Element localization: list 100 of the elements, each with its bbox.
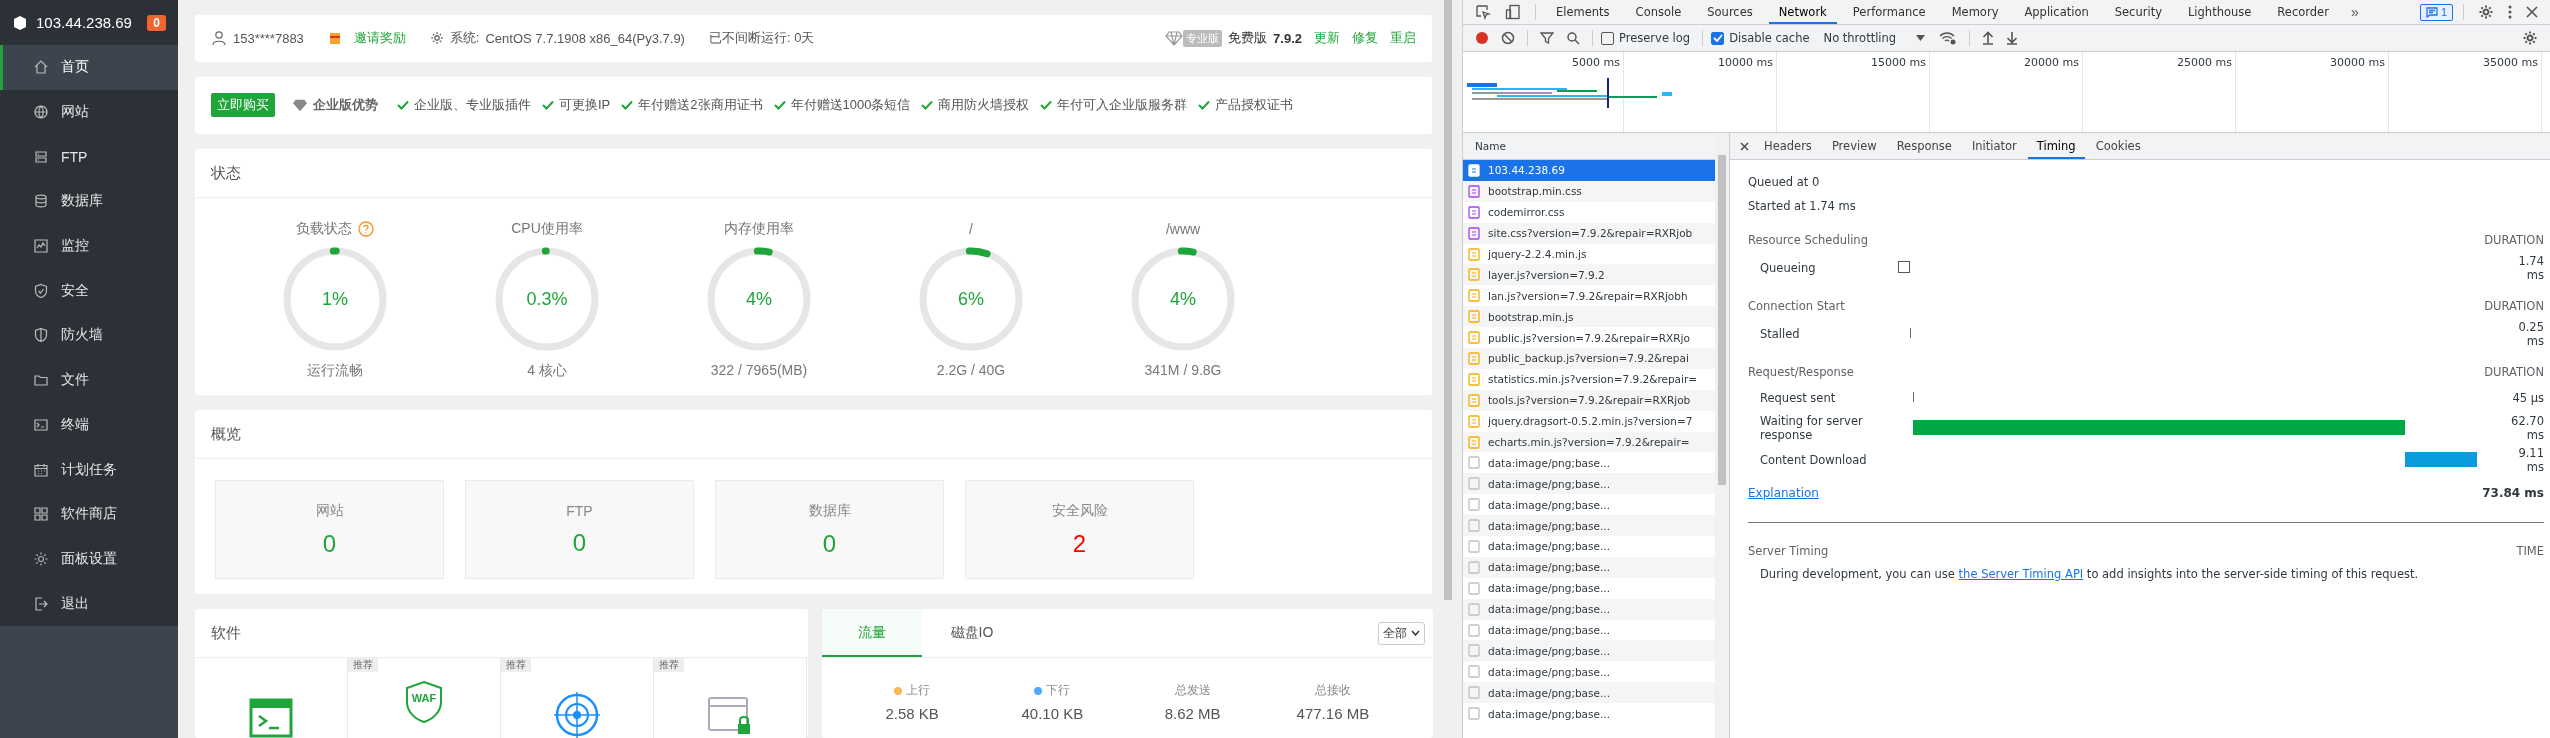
search-icon[interactable]	[1566, 31, 1580, 45]
request-row[interactable]: data:image/png;base...	[1463, 577, 1715, 599]
request-row[interactable]: data:image/png;base...	[1463, 703, 1715, 725]
upload-icon[interactable]	[1982, 31, 1995, 45]
duration-value: 45 µs	[2511, 391, 2544, 405]
duration-value: 62.70 ms	[2510, 414, 2544, 442]
disable-cache-checkbox[interactable]: Disable cache	[1711, 31, 1814, 45]
detail-tab[interactable]: Initiator	[1962, 133, 2026, 159]
message-icon	[2425, 6, 2438, 18]
interface-select[interactable]: 全部	[1378, 621, 1425, 645]
request-row[interactable]: data:image/png;base...	[1463, 640, 1715, 662]
devtools-tab[interactable]: Application	[2014, 0, 2099, 24]
filter-icon[interactable]	[1540, 31, 1554, 45]
stat-label: 安全风险	[1051, 501, 1108, 520]
terminal-icon[interactable]	[249, 698, 293, 738]
request-row[interactable]: data:image/png;base...	[1463, 556, 1715, 578]
detail-tab[interactable]: Response	[1887, 133, 1961, 159]
request-row[interactable]: public.js?version=7.9.2&repair=RXRjo	[1463, 327, 1715, 348]
request-row[interactable]: echarts.min.js?version=7.9.2&repair=	[1463, 431, 1715, 453]
column-header[interactable]: Name	[1463, 133, 1715, 160]
sidebar-item[interactable]: 面板设置	[0, 536, 178, 582]
settings-icon[interactable]	[2478, 4, 2494, 20]
sidebar-item[interactable]: 终端	[0, 402, 178, 448]
detail-tab[interactable]: Preview	[1822, 133, 1886, 159]
devtools-tab[interactable]: Lighthouse	[2177, 0, 2262, 24]
explanation-link[interactable]: Explanation	[1748, 486, 1819, 500]
sidebar-item[interactable]: 文件	[0, 357, 178, 403]
sidebar-item[interactable]: 计划任务	[0, 447, 178, 492]
sidebar-item[interactable]: 数据库	[0, 179, 178, 224]
sidebar-item[interactable]: 首页	[0, 45, 178, 90]
sidebar-item[interactable]: 防火墙	[0, 313, 178, 358]
request-row[interactable]: data:image/png;base...	[1463, 619, 1715, 641]
traffic-tab[interactable]: 磁盘IO	[922, 609, 1022, 657]
stat-card[interactable]: 网站 0	[215, 480, 444, 580]
request-row[interactable]: data:image/png;base...	[1463, 536, 1715, 557]
gauge-value: 4%	[746, 288, 772, 310]
scrollbar-thumb[interactable]	[1444, 0, 1452, 600]
sidebar-item[interactable]: FTP	[0, 134, 178, 180]
request-row[interactable]: bootstrap.min.js	[1463, 306, 1715, 328]
request-row[interactable]: data:image/png;base...	[1463, 494, 1715, 516]
device-toolbar-icon[interactable]	[1505, 4, 1521, 20]
request-row[interactable]: jquery-2.2.4.min.js	[1463, 243, 1715, 265]
sidebar-item[interactable]: 监控	[0, 223, 178, 269]
close-icon[interactable]	[2526, 6, 2538, 18]
devtools-tab[interactable]: Memory	[1941, 0, 2009, 24]
close-icon[interactable]	[1740, 141, 1749, 151]
detail-tab[interactable]: Timing	[2027, 133, 2085, 159]
stat-card[interactable]: 数据库 0	[715, 480, 944, 580]
request-row[interactable]: data:image/png;base...	[1463, 452, 1715, 474]
devtools-tab[interactable]: Performance	[1842, 0, 1936, 24]
request-row[interactable]: jquery.dragsort-0.5.2.min.js?version=7	[1463, 410, 1715, 432]
timing-phase-label: Content Download	[1759, 453, 1868, 467]
request-row[interactable]: 103.44.238.69	[1463, 160, 1715, 181]
detail-tab[interactable]: Cookies	[2086, 133, 2150, 159]
request-row[interactable]: codemirror.css	[1463, 201, 1715, 223]
edition-badge: 专业版	[1183, 29, 1223, 47]
server-timing-api-link[interactable]: the Server Timing API	[1958, 567, 2084, 581]
feature-text: 可更换IP	[559, 96, 611, 115]
detail-tab[interactable]: Headers	[1755, 133, 1821, 159]
request-row[interactable]: site.css?version=7.9.2&repair=RXRjob	[1463, 222, 1715, 244]
request-row[interactable]: layer.js?version=7.9.2	[1463, 264, 1715, 286]
download-icon[interactable]	[2006, 31, 2019, 45]
devtools-tab[interactable]: Elements	[1546, 0, 1620, 24]
inspect-icon[interactable]	[1475, 4, 1491, 20]
crosshair-icon[interactable]	[554, 692, 600, 738]
request-row[interactable]: public_backup.js?version=7.9.2&repai	[1463, 348, 1715, 369]
column-label: DURATION	[2484, 232, 2544, 249]
request-row[interactable]: data:image/png;base...	[1463, 473, 1715, 495]
globe-icon	[33, 104, 49, 121]
request-row[interactable]: data:image/png;base...	[1463, 682, 1715, 704]
sidebar-item[interactable]: 安全	[0, 268, 178, 314]
request-row[interactable]: lan.js?version=7.9.2&repair=RXRjobh	[1463, 285, 1715, 307]
devtools-tab[interactable]: Console	[1625, 0, 1692, 24]
devtools-tab[interactable]: Recorder	[2267, 0, 2339, 24]
record-icon[interactable]	[1475, 31, 1489, 45]
request-row[interactable]: data:image/png;base...	[1463, 515, 1715, 537]
request-row[interactable]: bootstrap.min.css	[1463, 180, 1715, 202]
more-tabs-button[interactable]: »	[2344, 3, 2365, 21]
request-row[interactable]: statistics.min.js?version=7.9.2&repair=	[1463, 368, 1715, 390]
image-file-icon	[1468, 560, 1480, 574]
devtools-tab[interactable]: Network	[1768, 0, 1837, 24]
sidebar-item[interactable]: 退出	[0, 581, 178, 626]
devtools-tab[interactable]: Sources	[1697, 0, 1763, 24]
devtools-tab[interactable]: Security	[2104, 0, 2172, 24]
clear-icon[interactable]	[1501, 31, 1515, 45]
throttling-dropdown[interactable]: No throttling	[1817, 31, 1932, 45]
request-row[interactable]: data:image/png;base...	[1463, 661, 1715, 683]
section-title: Resource Scheduling	[1748, 232, 1868, 249]
scrollbar-thumb[interactable]	[1718, 155, 1726, 485]
wifi-settings-icon[interactable]	[1939, 31, 1958, 45]
sidebar-item[interactable]: 网站	[0, 89, 178, 135]
kebab-menu-icon[interactable]	[2508, 5, 2512, 19]
check-icon	[1198, 100, 1211, 111]
issues-button[interactable]: 1	[2419, 3, 2453, 21]
request-row[interactable]: tools.js?version=7.9.2&repair=RXRjob	[1463, 389, 1715, 411]
sidebar-item[interactable]: 软件商店	[0, 491, 178, 537]
settings-icon[interactable]	[2522, 30, 2538, 46]
stat-card[interactable]: 安全风险 2	[965, 480, 1194, 580]
request-row[interactable]: data:image/png;base...	[1463, 598, 1715, 620]
preserve-log-checkbox[interactable]: Preserve log	[1601, 31, 1695, 45]
